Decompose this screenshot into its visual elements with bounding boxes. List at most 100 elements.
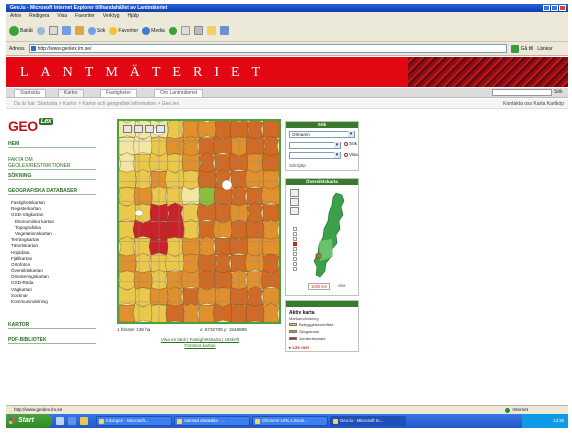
map-parcel[interactable] [166, 237, 184, 257]
map-link-print[interactable]: Utskrift [225, 337, 239, 342]
map-parcel[interactable] [119, 221, 136, 239]
map-parcel[interactable] [133, 270, 153, 289]
zoom-slider[interactable] [293, 227, 297, 271]
map-parcel[interactable] [165, 220, 185, 239]
map-parcel[interactable] [182, 170, 200, 190]
sweden-overview-map[interactable] [306, 191, 356, 281]
map-parcel[interactable] [119, 270, 136, 290]
map-parcel[interactable] [261, 153, 279, 172]
tab-om-lantmateriet[interactable]: Om Lantmäteriet [154, 89, 204, 98]
map-parcel[interactable] [198, 305, 216, 322]
map-parcel[interactable] [134, 252, 152, 274]
map-parcel[interactable] [166, 187, 184, 205]
map-parcel[interactable] [119, 152, 136, 174]
database-link[interactable]: GSD-Vägkartan [11, 212, 54, 217]
map-parcel[interactable] [213, 270, 233, 289]
tab-startsida[interactable]: Startsida [14, 89, 46, 98]
database-link[interactable]: Vägkartan [11, 287, 54, 292]
map-parcel[interactable] [119, 137, 136, 155]
refresh-icon[interactable] [61, 26, 71, 35]
map-parcel[interactable] [181, 237, 201, 256]
map-parcel[interactable] [198, 186, 216, 206]
database-link[interactable]: Kommunindelning [11, 299, 54, 304]
go-button[interactable]: Gå till [510, 44, 533, 53]
map-parcel[interactable] [166, 202, 184, 224]
overview-zoom-in-icon[interactable] [290, 189, 299, 197]
taskbar-button-url[interactable]: Oficinenr-URL-Lösnin... [252, 416, 328, 426]
map-parcel[interactable] [182, 288, 200, 306]
forward-arrow-icon[interactable] [36, 26, 45, 35]
map-parcel[interactable] [262, 219, 279, 241]
maximize-button[interactable] [551, 5, 558, 11]
search-help-link[interactable]: Sökhjälp [289, 163, 306, 168]
map-parcel[interactable] [262, 170, 279, 190]
map-link-enlarge[interactable]: Förstora kartan [184, 343, 215, 348]
map-link-property[interactable]: Fastighetskarta [190, 337, 221, 342]
map-parcel[interactable] [198, 236, 216, 258]
taskbar-button-datasource[interactable]: Saknad datakälla - ... [174, 416, 250, 426]
database-link[interactable]: GSD-Röda [11, 280, 54, 285]
utility-links[interactable]: Kontakta oss Karta Kartköp [503, 99, 564, 109]
menu-view[interactable]: Visa [57, 12, 67, 20]
database-link[interactable]: Orienteringskartan [11, 274, 54, 279]
menu-file[interactable]: Arkiv [10, 12, 21, 20]
map-parcel[interactable] [262, 303, 279, 322]
map-parcel[interactable] [182, 121, 200, 138]
map-parcel[interactable] [246, 271, 264, 289]
site-logo[interactable]: LANTMÄTERIET [20, 65, 272, 81]
left-link-about[interactable]: FAKTA OM GEOLEX/RESTRIKTIONER [8, 157, 96, 170]
map-parcel[interactable] [262, 253, 279, 273]
map-parcel[interactable] [197, 170, 217, 189]
map-parcel[interactable] [182, 135, 200, 157]
map-parcel[interactable] [214, 238, 232, 256]
map-parcel[interactable] [197, 253, 217, 272]
geolex-logo[interactable]: GEO Lex [8, 118, 54, 134]
database-link[interactable]: Terrängkartan [11, 237, 54, 242]
map-parcel[interactable] [262, 288, 279, 306]
map-parcel[interactable] [166, 286, 184, 308]
map-parcel[interactable] [246, 153, 264, 173]
left-heading-search[interactable]: SÖKNING [8, 173, 96, 180]
map-parcel[interactable] [134, 169, 152, 191]
links-label[interactable]: Länkar [537, 46, 552, 52]
map-parcel[interactable] [214, 287, 232, 307]
favorites-button[interactable]: Favoriter [109, 26, 138, 35]
pan-icon[interactable] [145, 125, 154, 133]
minimize-button[interactable] [543, 5, 550, 11]
zoom-out-icon[interactable] [134, 125, 143, 133]
map-viewer[interactable] [117, 119, 281, 324]
map-parcel[interactable] [198, 152, 216, 174]
database-link[interactable]: Tätortskartan [11, 243, 54, 248]
quicklaunch-outlook-icon[interactable] [80, 417, 88, 425]
map-parcel[interactable] [166, 121, 184, 140]
map-parcel[interactable] [262, 121, 279, 138]
map-parcel[interactable] [245, 220, 265, 239]
taskbar-button-inbox[interactable]: Inkorgen - Microsoft... [96, 416, 172, 426]
overview-zoom-out-icon[interactable] [290, 207, 299, 215]
info-icon[interactable] [156, 125, 165, 133]
map-parcel[interactable] [214, 121, 232, 139]
search-radio-show[interactable]: Visa [344, 152, 358, 157]
quicklaunch-desktop-icon[interactable] [56, 417, 64, 425]
map-parcel[interactable] [119, 253, 137, 272]
map-parcel[interactable] [119, 236, 136, 258]
back-button[interactable]: Bakåt [9, 25, 33, 36]
address-input[interactable]: http://www.geolex.lm.se/ [28, 44, 507, 53]
map-parcel[interactable] [246, 187, 264, 205]
map-parcel[interactable] [134, 238, 152, 256]
left-heading-home[interactable]: HEM [8, 141, 96, 148]
folder-icon[interactable] [206, 26, 216, 35]
map-parcel[interactable] [198, 137, 216, 155]
map-parcel[interactable] [119, 186, 136, 206]
map-parcel[interactable] [182, 253, 200, 273]
legend-read-more-link[interactable]: ▸ Läs mer [289, 345, 309, 351]
menu-favorites[interactable]: Favoriter [75, 12, 95, 20]
map-parcel[interactable] [166, 153, 184, 173]
map-parcel[interactable] [134, 287, 152, 307]
zoom-in-icon[interactable] [123, 125, 132, 133]
quicklaunch-ie-icon[interactable] [68, 417, 76, 425]
tab-kartor[interactable]: Kartor [58, 89, 84, 98]
database-link[interactable]: Ortofoton [11, 262, 54, 267]
map-parcel[interactable] [182, 219, 200, 241]
database-link[interactable]: Vegetationskartan [11, 231, 54, 236]
